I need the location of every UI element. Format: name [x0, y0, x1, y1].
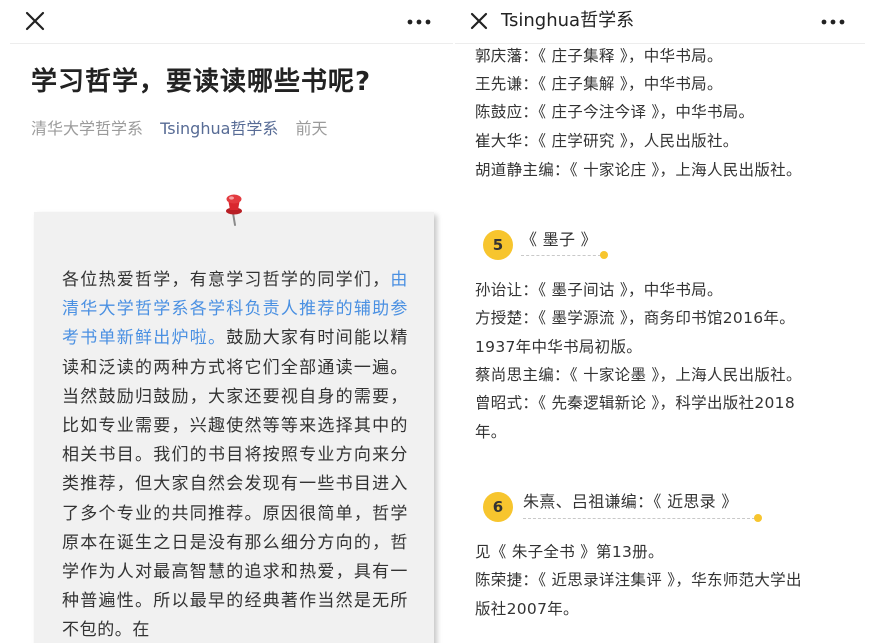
author-name: 清华大学哲学系 — [31, 119, 144, 138]
more-icon[interactable] — [402, 6, 436, 36]
section-divider — [521, 255, 601, 256]
intro-card: 各位热爱哲学，有意学习哲学的同学们，由清华大学哲学系各学科负责人推荐的辅助参考书… — [34, 212, 434, 643]
section-title: 朱熹、吕祖谦编：《 近思录 》 — [523, 492, 738, 511]
section-divider — [523, 518, 755, 519]
book-entry: 胡道静主编：《 十家论庄 》，上海人民出版社。 — [475, 161, 802, 179]
account-link[interactable]: Tsinghua哲学系 — [160, 119, 278, 138]
article-view-right: Tsinghua哲学系 郭庆藩：《 庄子集释 》，中华书局。 王先谦：《 庄子集… — [455, 0, 865, 643]
book-entry: 见《 朱子全书 》第13册。 — [475, 543, 664, 561]
more-icon[interactable] — [816, 6, 850, 36]
intro-text-part-1: 各位热爱哲学，有意学习哲学的同学们， — [62, 270, 391, 290]
pushpin-icon — [221, 193, 249, 227]
article-view-left: 学习哲学，要读读哪些书呢? 清华大学哲学系 Tsinghua哲学系 前天 各位热… — [10, 0, 453, 643]
book-entry: 陈鼓应：《 庄子今注今译 》，中华书局。 — [475, 103, 755, 121]
book-entry: 曾昭式：《 先秦逻辑新论 》，科学出版社2018 — [475, 394, 796, 412]
top-bar — [10, 0, 453, 44]
book-entry: 方授楚：《 墨学源流 》，商务印书馆2016年。 — [475, 309, 796, 327]
close-icon[interactable] — [466, 8, 492, 34]
book-entry: 孙诒让：《 墨子间诂 》，中华书局。 — [475, 281, 723, 299]
top-bar: Tsinghua哲学系 — [455, 0, 865, 44]
publish-time: 前天 — [295, 119, 328, 138]
book-entry: 陈荣捷：《 近思录详注集评 》，华东师范大学出 — [475, 571, 802, 589]
intro-text: 各位热爱哲学，有意学习哲学的同学们，由清华大学哲学系各学科负责人推荐的辅助参考书… — [62, 266, 408, 643]
section-number-badge: 6 — [483, 492, 513, 522]
book-entry: 蔡尚思主编：《 十家论墨 》，上海人民出版社。 — [475, 366, 802, 384]
section-divider-dot — [754, 514, 762, 522]
close-icon[interactable] — [22, 8, 48, 34]
book-entry: 郭庆藩：《 庄子集释 》，中华书局。 — [475, 47, 723, 65]
book-entry: 版社2007年。 — [475, 600, 579, 618]
intro-text-part-2: 鼓励大家有时间能以精读和泛读的两种方式将它们全部通读一遍。当然鼓励归鼓励，大家还… — [62, 328, 408, 641]
section-title: 《 墨子 》 — [521, 230, 597, 249]
section-divider-dot — [600, 251, 608, 259]
book-entry: 1937年中华书局初版。 — [475, 338, 643, 356]
book-entry: 王先谦：《 庄子集解 》，中华书局。 — [475, 75, 723, 93]
article-title: 学习哲学，要读读哪些书呢? — [31, 67, 372, 97]
section-number-badge: 5 — [483, 230, 513, 260]
book-entry: 年。 — [475, 423, 507, 441]
book-entry: 崔大华：《 庄学研究 》，人民出版社。 — [475, 132, 739, 150]
account-title: Tsinghua哲学系 — [501, 10, 635, 31]
article-meta: 清华大学哲学系 Tsinghua哲学系 前天 — [31, 117, 328, 141]
